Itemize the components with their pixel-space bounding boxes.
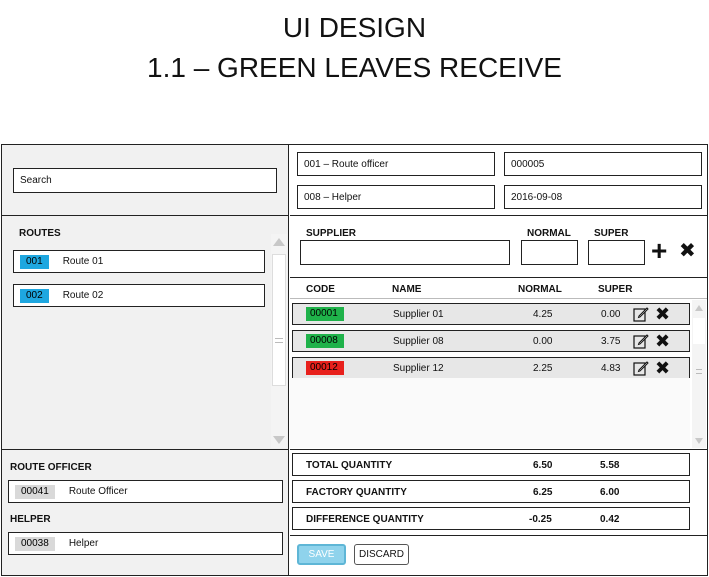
normal-entry-label: NORMAL xyxy=(527,228,571,239)
route-item[interactable]: 002 Route 02 xyxy=(13,284,265,307)
discard-button[interactable]: DISCARD xyxy=(354,544,409,565)
total-label: FACTORY QUANTITY xyxy=(306,487,407,498)
add-icon[interactable]: + xyxy=(651,236,667,266)
page-title: UI DESIGN xyxy=(282,12,427,43)
scroll-up-icon[interactable] xyxy=(695,305,703,311)
route-name: Route 02 xyxy=(62,290,104,301)
total-normal: 6.50 xyxy=(533,460,553,471)
helper-value: 008 – Helper xyxy=(304,191,362,203)
route-item[interactable]: 001 Route 01 xyxy=(13,250,265,273)
factory-quantity-row: FACTORY QUANTITY 6.25 6.00 xyxy=(292,480,690,503)
route-officer-name: Route Officer xyxy=(68,486,128,497)
route-code: 001 xyxy=(20,254,49,269)
scroll-thumb[interactable] xyxy=(272,254,286,386)
scroll-up-icon[interactable] xyxy=(273,238,285,246)
table-header-divider xyxy=(290,298,707,299)
super-value: 3.75 xyxy=(601,336,621,347)
total-normal: 6.25 xyxy=(533,487,553,498)
supplier-name: Supplier 01 xyxy=(393,309,444,320)
receipt-number-field[interactable]: 000005 xyxy=(504,152,702,176)
route-code: 002 xyxy=(20,288,49,303)
date-value: 2016-09-08 xyxy=(511,191,563,203)
search-input[interactable]: Search xyxy=(13,168,277,193)
helper-select[interactable]: 008 – Helper xyxy=(297,185,495,209)
supplier-code: 00012 xyxy=(306,361,344,375)
super-input[interactable] xyxy=(588,240,645,265)
delete-icon[interactable]: ✖ xyxy=(655,359,670,377)
total-super: 5.58 xyxy=(600,460,620,471)
total-normal: -0.25 xyxy=(529,514,552,525)
route-officer-heading: ROUTE OFFICER xyxy=(10,462,92,473)
helper-code: 00038 xyxy=(15,536,55,551)
normal-value: 0.00 xyxy=(533,336,553,347)
total-label: TOTAL QUANTITY xyxy=(306,460,393,471)
normal-value: 2.25 xyxy=(533,363,553,374)
column-header-name: NAME xyxy=(392,284,422,295)
super-value: 4.83 xyxy=(601,363,621,374)
routes-heading: ROUTES xyxy=(19,228,61,239)
super-value: 0.00 xyxy=(601,309,621,320)
table-hscroll-track xyxy=(290,378,690,448)
edit-icon[interactable] xyxy=(633,360,649,379)
total-super: 6.00 xyxy=(600,487,620,498)
helper-field[interactable]: 00038 Helper xyxy=(8,532,283,555)
route-officer-code: 00041 xyxy=(15,484,55,499)
edit-icon[interactable] xyxy=(633,306,649,325)
normal-value: 4.25 xyxy=(533,309,553,320)
action-bar-divider xyxy=(290,535,707,536)
route-name: Route 01 xyxy=(62,256,104,267)
helper-heading: HELPER xyxy=(10,514,51,525)
scroll-thumb[interactable] xyxy=(693,318,705,344)
route-officer-field[interactable]: 00041 Route Officer xyxy=(8,480,283,503)
delete-icon[interactable]: ✖ xyxy=(655,305,670,323)
total-super: 0.42 xyxy=(600,514,620,525)
total-quantity-row: TOTAL QUANTITY 6.50 5.58 xyxy=(292,453,690,476)
table-row[interactable]: 00008 Supplier 08 0.00 3.75 ✖ xyxy=(292,330,690,352)
column-header-code: CODE xyxy=(306,284,335,295)
supplier-code: 00001 xyxy=(306,307,344,321)
super-entry-label: SUPER xyxy=(594,228,629,239)
table-row[interactable]: 00001 Supplier 01 4.25 0.00 ✖ xyxy=(292,303,690,325)
search-placeholder: Search xyxy=(20,175,52,186)
difference-quantity-row: DIFFERENCE QUANTITY -0.25 0.42 xyxy=(292,507,690,530)
supplier-label: SUPPLIER xyxy=(306,228,357,239)
scroll-down-icon[interactable] xyxy=(695,438,703,444)
column-header-normal: NORMAL xyxy=(518,284,562,295)
supplier-code: 00008 xyxy=(306,334,344,348)
table-row[interactable]: 00012 Supplier 12 2.25 4.83 ✖ xyxy=(292,357,690,379)
scroll-grip-icon xyxy=(275,338,283,343)
scroll-grip-icon xyxy=(696,369,702,374)
normal-input[interactable] xyxy=(521,240,578,265)
supplier-name: Supplier 08 xyxy=(393,336,444,347)
receipt-number-value: 000005 xyxy=(511,158,545,170)
date-field[interactable]: 2016-09-08 xyxy=(504,185,702,209)
page-subtitle: 1.1 – GREEN LEAVES RECEIVE xyxy=(147,52,562,83)
scroll-down-icon[interactable] xyxy=(273,436,285,444)
helper-name: Helper xyxy=(68,538,99,549)
edit-icon[interactable] xyxy=(633,333,649,352)
delete-icon[interactable]: ✖ xyxy=(655,332,670,350)
clear-icon[interactable]: ✖ xyxy=(679,240,696,262)
column-header-super: SUPER xyxy=(598,284,633,295)
route-officer-value: 001 – Route officer xyxy=(304,158,389,170)
save-button[interactable]: SAVE xyxy=(297,544,346,565)
route-officer-select[interactable]: 001 – Route officer xyxy=(297,152,495,176)
total-label: DIFFERENCE QUANTITY xyxy=(306,514,424,525)
supplier-input[interactable] xyxy=(300,240,510,265)
supplier-name: Supplier 12 xyxy=(393,363,444,374)
